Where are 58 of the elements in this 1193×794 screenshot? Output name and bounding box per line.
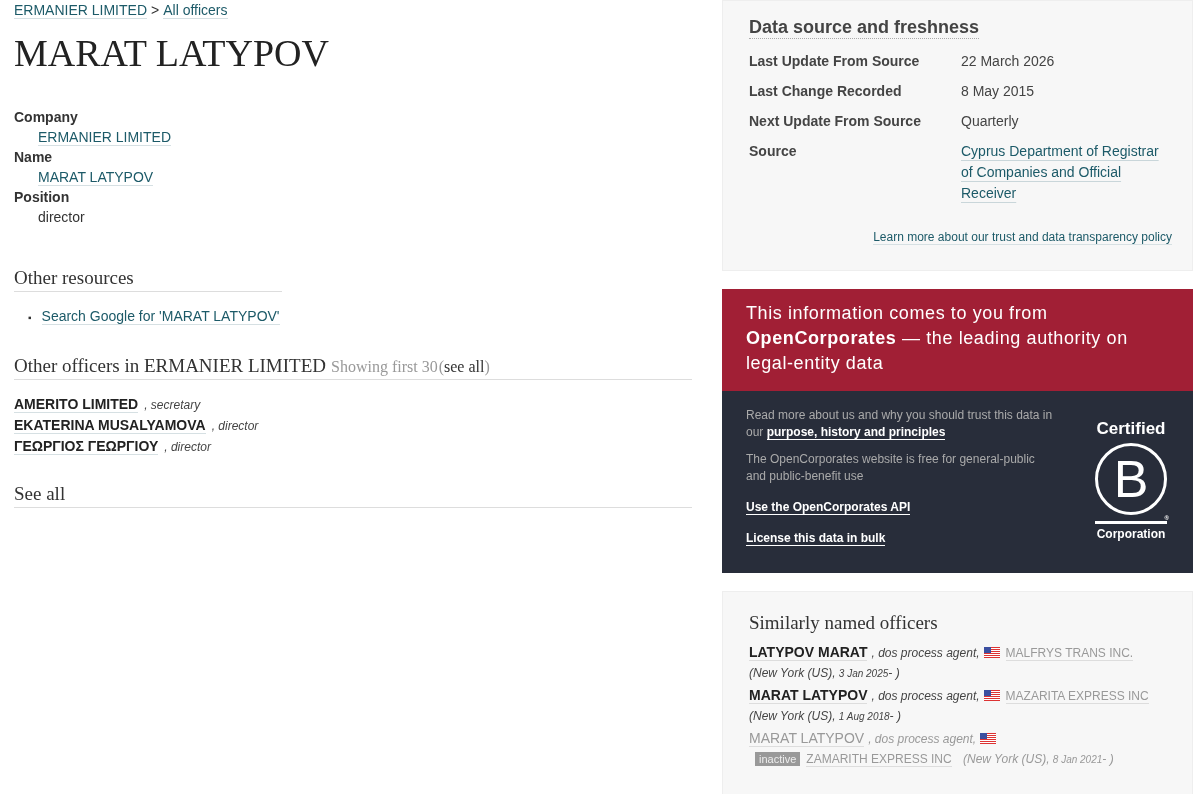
source-value: 8 May 2015 bbox=[961, 83, 1035, 99]
attribute-label: Name bbox=[14, 148, 54, 167]
panel-heading: Similarly named officers bbox=[749, 612, 939, 634]
source-value: 22 March 2026 bbox=[961, 53, 1055, 69]
officer-role: , dos process agent, bbox=[871, 646, 980, 660]
about-text: The OpenCorporates website is free for general-public and public-benefit use bbox=[746, 451, 1036, 485]
officer-role: , dos process agent, bbox=[868, 732, 977, 746]
us-flag-icon bbox=[980, 733, 997, 744]
source-label: Next Update From Source bbox=[749, 112, 922, 131]
officer-detail: (New York (US), 8 Jan 2021- ) bbox=[963, 752, 1114, 766]
officer-role: , dos process agent, bbox=[871, 689, 980, 703]
paren: ( bbox=[438, 358, 445, 375]
bullet: ▪ bbox=[28, 312, 32, 323]
source-link[interactable]: Cyprus Department of Registrar of Companies and Official Receiver bbox=[961, 141, 1172, 204]
officer-link[interactable]: ΓΕΩΡΓΙΟΣ ΓΕΩΡΓΙΟΥ bbox=[14, 438, 159, 455]
section-heading: See all bbox=[14, 483, 692, 508]
officer-link[interactable]: MARAT LATYPOV bbox=[749, 687, 868, 704]
officer-link[interactable]: LATYPOV MARAT bbox=[749, 644, 868, 661]
policy-link[interactable]: Learn more about our trust and data transparency policy bbox=[873, 230, 1172, 245]
about-text: Read more about us and why you should trust this data in our purpose, history and principles bbox=[746, 407, 1054, 441]
officer-detail: (New York (US), 3 Jan 2025- ) bbox=[749, 666, 900, 680]
officer-detail: (New York (US), 1 Aug 2018- ) bbox=[749, 709, 901, 723]
page-title: MARAT LATYPOV bbox=[14, 31, 330, 75]
logo-circle: B bbox=[1095, 443, 1167, 515]
attribute-label: Position bbox=[14, 188, 71, 207]
officer-link[interactable]: AMERITO LIMITED bbox=[14, 396, 139, 413]
showing-count: Showing first 30 bbox=[331, 358, 438, 376]
paren: ) bbox=[484, 358, 490, 375]
resource-link[interactable]: Search Google for 'MARAT LATYPOV' bbox=[41, 308, 280, 325]
info-banner: This information comes to you from OpenCorporates — the leading authority on legal-entity data bbox=[722, 289, 1193, 391]
officer-role: , secretary bbox=[144, 398, 201, 412]
breadcrumb-separator: > bbox=[151, 2, 160, 19]
logo-bar bbox=[1095, 521, 1167, 524]
breadcrumb-link[interactable]: All officers bbox=[163, 2, 228, 19]
officer-role: , director bbox=[164, 440, 211, 454]
us-flag-icon bbox=[983, 647, 1000, 658]
attribute-value: director bbox=[38, 209, 85, 225]
panel-heading: Data source and freshness bbox=[749, 17, 980, 39]
section-heading: Other resources bbox=[14, 267, 282, 292]
see-all-link[interactable]: see all bbox=[444, 358, 485, 375]
breadcrumb-link[interactable]: ERMANIER LIMITED bbox=[14, 2, 147, 19]
source-value: Quarterly bbox=[961, 113, 1019, 129]
logo-text: Corporation bbox=[1096, 527, 1166, 541]
officer-role: , director bbox=[211, 419, 259, 433]
source-label: Last Change Recorded bbox=[749, 82, 903, 101]
status-badge: inactive bbox=[755, 752, 801, 766]
source-label: Source bbox=[749, 142, 798, 161]
us-flag-icon bbox=[983, 690, 1000, 701]
logo-text: Certified bbox=[1096, 419, 1166, 439]
officer-link[interactable]: EKATERINA MUSALYAMOVA bbox=[14, 417, 206, 434]
about-link[interactable]: Use the OpenCorporates API bbox=[746, 500, 911, 515]
section-heading: Other officers in ERMANIER LIMITED bbox=[14, 355, 327, 377]
attribute-link[interactable]: MARAT LATYPOV bbox=[38, 169, 154, 186]
attribute-link[interactable]: ERMANIER LIMITED bbox=[38, 129, 171, 146]
source-label: Last Update From Source bbox=[749, 52, 921, 71]
attribute-label: Company bbox=[14, 108, 79, 127]
principles-link[interactable]: purpose, history and principles bbox=[766, 425, 946, 440]
about-link[interactable]: License this data in bulk bbox=[746, 531, 886, 546]
